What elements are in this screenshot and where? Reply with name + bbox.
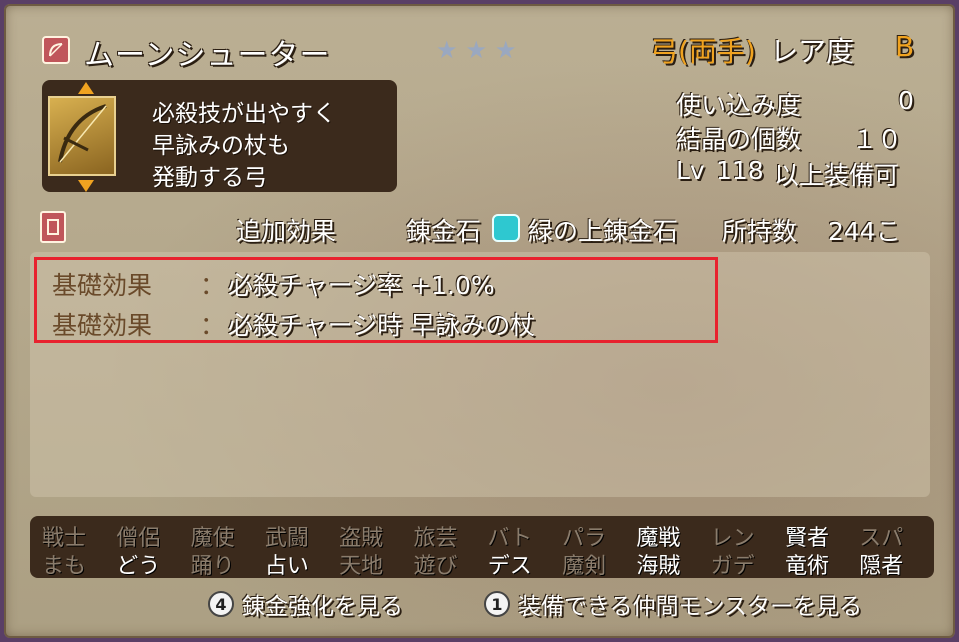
view-alchemy-label: 錬金強化を見る (242, 594, 403, 620)
star-rating: ★ ★ ★ (436, 36, 517, 64)
level-suffix: 以上装備可 (774, 161, 900, 190)
job-label: 天地 (339, 554, 384, 579)
extra-effect-label: 追加効果 (236, 217, 337, 246)
button-1-icon: 1 (484, 591, 510, 617)
arrow-down-icon[interactable] (78, 180, 94, 192)
job-label: どう (116, 554, 161, 579)
usage-label: 使い込み度 (676, 91, 802, 120)
usage-value: 0 (898, 86, 914, 115)
highlight-box (34, 257, 718, 343)
arrow-up-icon[interactable] (78, 82, 94, 94)
job-label: デス (487, 554, 532, 579)
job-label: ガデ (710, 554, 755, 579)
level-prefix: Lv (676, 156, 705, 185)
view-monsters-label: 装備できる仲間モンスターを見る (518, 594, 863, 620)
crystal-count-label: 結晶の個数 (676, 125, 802, 154)
rarity-value: B (895, 30, 915, 63)
job-label: 占い (264, 554, 309, 579)
star-icon: ★ (436, 36, 458, 64)
bow-item-image (48, 96, 116, 176)
green-gem-icon (492, 214, 520, 242)
alchemy-stone-label: 錬金石 (406, 217, 482, 246)
button-4-icon: 4 (208, 591, 234, 617)
book-icon[interactable] (40, 211, 66, 243)
job-label: 隠者 (859, 554, 904, 579)
alchemy-stone-name: 緑の上錬金石 (528, 217, 679, 246)
owned-label: 所持数 (722, 217, 798, 246)
description-line: 発動する弓 (152, 165, 267, 191)
job-label: 遊び (413, 554, 458, 579)
job-label: 魔剣 (562, 554, 607, 579)
job-label: 踊り (190, 554, 235, 579)
owned-value: 244こ (828, 217, 901, 246)
star-icon: ★ (465, 36, 488, 64)
description-line: 必殺技が出やすく (152, 101, 336, 127)
job-label: まも (41, 554, 86, 579)
job-label: 竜術 (784, 554, 829, 579)
bow-category-icon (42, 36, 70, 64)
level-value: 118 (716, 156, 764, 185)
item-name: ムーンシューター (84, 38, 331, 73)
star-icon: ★ (495, 36, 517, 64)
description-line: 早詠みの杖も (152, 133, 290, 159)
weapon-category: 弓(両手) (650, 35, 756, 68)
job-label: 海賊 (636, 554, 681, 579)
rarity-label: レア度 (770, 35, 855, 68)
view-alchemy-button[interactable]: 4 錬金強化を見る (208, 588, 403, 620)
view-monsters-button[interactable]: 1 装備できる仲間モンスターを見る (484, 588, 862, 620)
crystal-count-value: １０ (852, 125, 903, 154)
